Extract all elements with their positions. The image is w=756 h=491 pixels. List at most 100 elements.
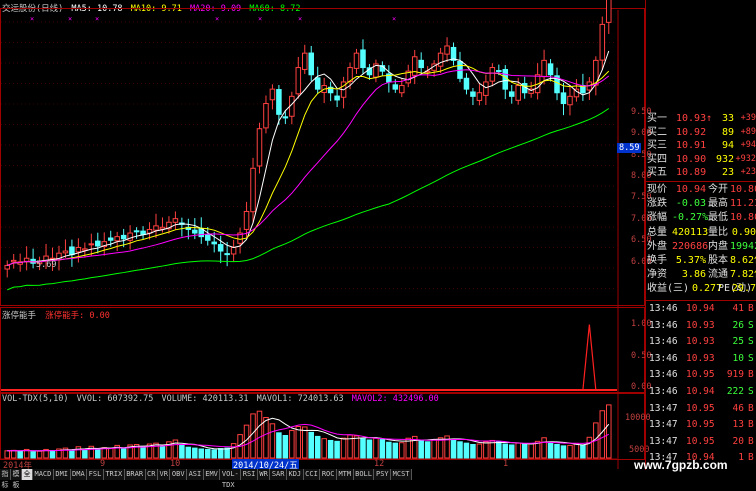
tab-roc[interactable]: ROC (320, 469, 337, 480)
candle-body (295, 67, 302, 95)
bid-row[interactable]: 买一 10.93 ↑ 33 +39 (646, 113, 756, 124)
tick-volume: 10 (732, 352, 744, 364)
tick-volume: 919 (726, 369, 744, 381)
candle-body (541, 59, 547, 78)
indicator-legend-row: 涨停能手 涨停能手: 0.00 (2, 309, 110, 321)
bid-price: 10.90 (676, 153, 707, 165)
volume-bar (508, 444, 515, 459)
stat-value: 199427 (730, 240, 756, 252)
tab--[interactable]: 指标 (0, 469, 11, 489)
candle-body (75, 246, 82, 253)
tab-rsi[interactable]: RSI (241, 469, 258, 480)
tick-side: B (748, 452, 754, 464)
stat-value: 8.62亿 (730, 255, 756, 266)
tab--[interactable]: 全部 (22, 469, 33, 489)
tick-side: S (748, 386, 754, 397)
tick-volume: 41 (732, 303, 744, 314)
candle-body (256, 128, 263, 167)
tab-cci[interactable]: CCI (303, 469, 321, 480)
stat-value: 11.23 (730, 198, 756, 210)
candle-body (192, 229, 198, 234)
stat-value: 220686 (672, 240, 709, 252)
tab-dma[interactable]: DMA (70, 469, 88, 480)
volume-bar (547, 441, 554, 459)
tab-dmi[interactable]: DMI (53, 469, 71, 480)
tick-price: 10.95 (686, 402, 715, 414)
tab-cr[interactable]: CR (145, 469, 158, 480)
bid-label: 买四 (647, 153, 667, 165)
candle-body (153, 225, 159, 231)
tab-mcst[interactable]: MCST (391, 469, 412, 480)
bid-label: 买二 (647, 126, 667, 138)
candle-body (476, 92, 483, 101)
tick-row: 13:46 10.94 222 S (646, 386, 756, 397)
tick-volume: 13 (732, 419, 744, 431)
volume-bar (353, 435, 360, 459)
volume-bar (528, 443, 534, 459)
stat-row: 净资 3.86流通7.82亿 (646, 269, 756, 280)
tick-price: 10.95 (686, 435, 715, 447)
mavol2-legend: MAVOL2: 432496.00 (351, 394, 439, 404)
tab-wr[interactable]: WR (257, 469, 271, 480)
tab-obv[interactable]: OBV (170, 469, 188, 480)
stat-row: 涨跌 -0.03最高11.23 (646, 198, 756, 209)
stat-row: 外盘 220686内盘199427 (646, 241, 756, 252)
candle-body (489, 67, 496, 82)
tab-sar[interactable]: SAR (270, 469, 287, 480)
date-month-9: 9 (100, 459, 106, 469)
candle-body (4, 264, 10, 270)
tick-side: S (748, 336, 754, 348)
candle-body (463, 77, 470, 90)
volume-bar (554, 444, 560, 459)
tab-fsl[interactable]: FSL (87, 469, 104, 480)
volume-bar (289, 430, 295, 459)
tick-time: 13:46 (649, 352, 678, 364)
tab-boll[interactable]: BOLL (353, 469, 375, 480)
tab--[interactable]: 模板 (11, 469, 22, 489)
tab-kdj[interactable]: KDJ (287, 469, 304, 480)
volume-bar (457, 441, 463, 459)
stat-value: 5.37% (675, 255, 706, 266)
volume-bar (276, 432, 282, 459)
bid-row[interactable]: 买三 10.91 94 +94 (646, 140, 756, 151)
candle-body (120, 234, 127, 240)
bid-price: 10.89 (676, 167, 707, 178)
volume-bar (295, 426, 302, 459)
bid-change: +932 (735, 153, 756, 164)
tab-vol-tdx[interactable]: VOL-TDX (220, 469, 242, 489)
tab-brar[interactable]: BRAR (124, 469, 146, 480)
candle-body (204, 234, 211, 241)
tab-emv[interactable]: EMV (203, 469, 221, 480)
volume-bar (399, 442, 405, 459)
candle-body (276, 89, 282, 115)
volume-bar (580, 444, 586, 459)
tab-trix[interactable]: TRIX (103, 469, 125, 480)
volume-bar (321, 438, 327, 459)
volume-bar (366, 439, 373, 459)
volume-bar (470, 444, 476, 459)
indicator-title: 涨停能手 (2, 311, 37, 321)
bid-change: +23 (740, 167, 756, 177)
candle-body (159, 226, 166, 230)
candle-body (437, 52, 444, 67)
bid-row[interactable]: 买五 10.89 23 +23 (646, 167, 756, 178)
tab-asi[interactable]: ASI (187, 469, 204, 480)
tab-psy[interactable]: PSY (374, 469, 392, 480)
volume-bar (230, 443, 237, 459)
bid-row[interactable]: 买二 10.92 89 +89 (646, 127, 756, 138)
tab-macd[interactable]: MACD (33, 469, 54, 480)
volume-legend: VOLUME: 420113.31 (161, 394, 249, 404)
volume-legend-row: VOL-TDX(5,10) VVOL: 607392.75 VOLUME: 42… (2, 394, 439, 404)
volume-bar (515, 442, 521, 459)
stat-value: 3.86 (681, 269, 706, 281)
candle-body (599, 23, 606, 61)
bid-row[interactable]: 买四 10.90 932 +932 (646, 154, 756, 165)
tab-vr[interactable]: VR (157, 469, 171, 480)
volume-bar (567, 444, 573, 459)
tick-time: 13:46 (649, 319, 678, 331)
panel-separator (646, 181, 756, 182)
tab-mtm[interactable]: MTM (336, 469, 354, 480)
volume-bar (483, 441, 489, 459)
tick-volume: 26 (732, 319, 744, 331)
volume-bar (75, 446, 82, 459)
